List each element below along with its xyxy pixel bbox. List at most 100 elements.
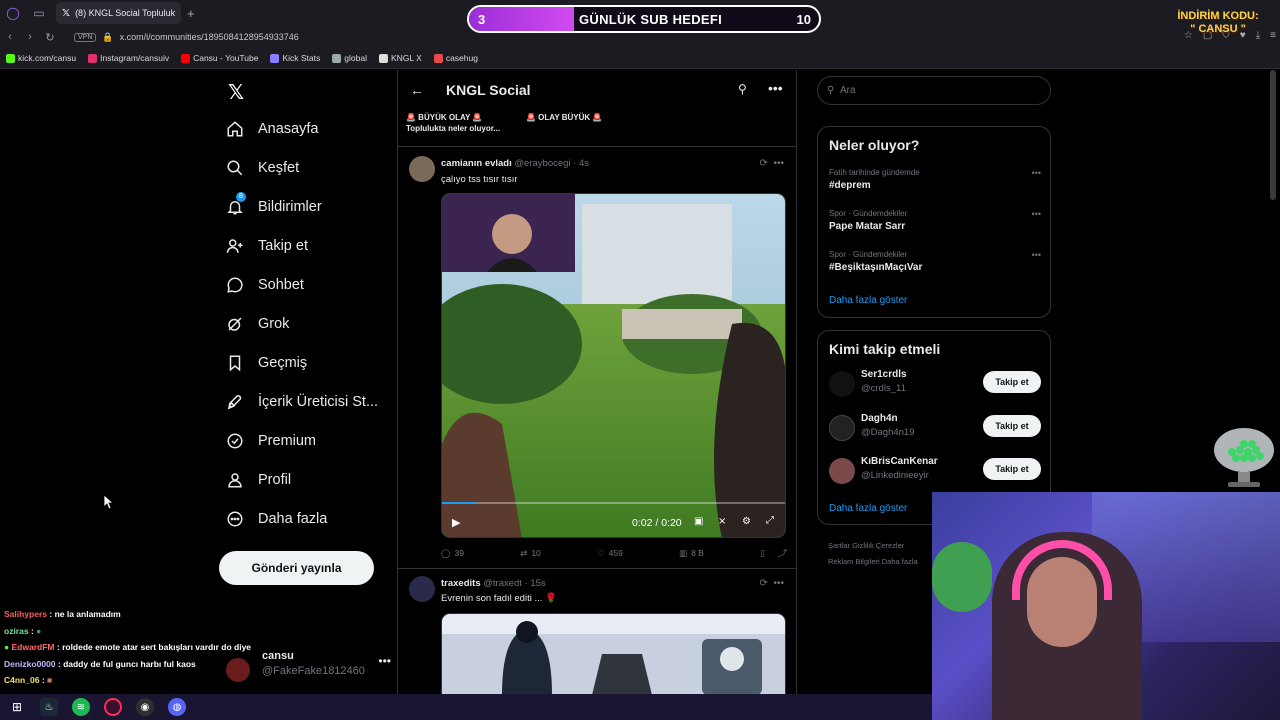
chat-text: : daddy de ful guncı harbı ful kaos <box>57 658 196 669</box>
opera-icon[interactable] <box>104 698 122 716</box>
post-button[interactable]: Gönderi yayınla <box>219 551 374 585</box>
bookmark-kngl-x[interactable]: KNGL X <box>378 53 422 63</box>
account-handle: @FakeFake1812460 <box>262 665 365 677</box>
nav-item-bookmarks[interactable]: Geçmiş <box>226 354 307 372</box>
more-options-icon[interactable]: ••• <box>1032 168 1041 178</box>
repost-button[interactable]: ⇄ 10 <box>520 547 541 559</box>
bookmark-casehug[interactable]: casehug <box>433 53 478 63</box>
more-options-icon[interactable]: ••• <box>1032 250 1041 260</box>
pinned-topic-1[interactable]: 🚨 BÜYÜK OLAY 🚨 Toplulukta neler oluyor..… <box>406 112 500 134</box>
forward-icon[interactable]: › <box>20 31 40 43</box>
more-options-icon[interactable]: ••• <box>773 158 784 169</box>
sub-goal-label: GÜNLÜK SUB HEDEFI <box>579 12 723 27</box>
more-options-icon[interactable]: ••• <box>773 578 784 589</box>
search-input[interactable]: ⚲ Ara <box>817 76 1051 105</box>
nav-item-more[interactable]: Daha fazla <box>226 510 327 528</box>
show-more-link[interactable]: Daha fazla göster <box>829 295 907 306</box>
suggestion-handle: @crdls_11 <box>861 383 906 394</box>
account-name: cansu <box>262 650 294 662</box>
scrollbar[interactable] <box>1270 70 1276 200</box>
mute-icon[interactable]: ⨯ <box>718 516 726 527</box>
trend-item[interactable]: Spor · Gündemdekiler Pape Matar Sarr ••• <box>829 209 1041 232</box>
obs-icon[interactable]: ◉ <box>136 698 154 716</box>
spotify-icon[interactable]: ≋ <box>72 698 90 716</box>
back-arrow-icon[interactable]: ← <box>410 82 424 98</box>
follow-button[interactable]: Takip et <box>983 458 1041 480</box>
tweet[interactable]: traxedits @traxedt · 15s ⟳ ••• Evrenin s… <box>398 570 796 694</box>
sidebar-toggle-icon[interactable]: ▭ <box>26 0 52 26</box>
vpn-badge[interactable]: VPN <box>74 32 97 42</box>
mouse-cursor-icon <box>104 495 114 509</box>
opera-logo-icon[interactable]: ◯ <box>0 0 26 26</box>
show-more-link[interactable]: Daha fazla göster <box>829 503 907 514</box>
follow-suggestion[interactable]: Ser1crdls @crdls_11 Takip et <box>829 369 1041 399</box>
chat-text: : <box>41 675 45 685</box>
tweet[interactable]: camianın evladı @eraybocegi · 4s ⟳ ••• ç… <box>398 148 796 568</box>
chat-message: oziras : ● <box>4 623 264 640</box>
more-options-icon[interactable]: ••• <box>378 654 391 668</box>
browser-tab[interactable]: 𝕏 (8) KNGL Social Topluluk / X <box>56 2 181 24</box>
nav-item-follow[interactable]: Takip et <box>226 237 308 255</box>
grok-icon[interactable]: ⟳ <box>760 578 768 589</box>
menu-icon[interactable]: ≡ <box>1270 30 1276 41</box>
more-options-icon[interactable]: ••• <box>1032 209 1041 219</box>
video-progress-bar[interactable] <box>442 502 477 504</box>
tweet-header: camianın evladı @eraybocegi · 4s <box>441 158 589 169</box>
like-button[interactable]: ♡ 459 <box>597 547 623 559</box>
captions-icon[interactable]: ▣ <box>694 516 703 527</box>
follow-button[interactable]: Takip et <box>983 371 1041 393</box>
nav-item-chat[interactable]: Sohbet <box>226 276 304 294</box>
tweet-author-name[interactable]: traxedits <box>441 578 481 589</box>
discord-icon[interactable]: ◍ <box>168 698 186 716</box>
tweet-author-name[interactable]: camianın evladı <box>441 158 512 169</box>
follow-suggestion[interactable]: Dagh4n @Dagh4n19 Takip et <box>829 413 1041 443</box>
tweet-author-handle[interactable]: @eraybocegi <box>514 158 570 169</box>
tweet-author-handle[interactable]: @traxedt <box>483 578 522 589</box>
share-icon[interactable]: ⤴ <box>777 547 786 559</box>
nav-item-home[interactable]: Anasayfa <box>226 120 318 138</box>
steam-icon[interactable]: ♨ <box>40 698 58 716</box>
plush-toy <box>932 542 992 612</box>
more-options-icon[interactable]: ••• <box>768 80 783 96</box>
chat-text: : roldede emote atar sert bakışları vard… <box>56 642 252 652</box>
nav-item-explore[interactable]: Keşfet <box>226 159 299 177</box>
tweet-video[interactable]: ▶ 0:02 / 0:20 ▣ ⨯ ⚙ ⤢ <box>441 193 786 538</box>
search-icon[interactable]: ⚲ <box>738 82 747 96</box>
bookmark-instagram[interactable]: Instagram/cansuiv <box>88 53 169 63</box>
x-logo-icon[interactable]: 𝕏 <box>228 80 244 105</box>
trend-item[interactable]: Spor · Gündemdekiler #BeşiktaşınMaçıVar … <box>829 250 1041 273</box>
bookmark-kick[interactable]: kick.com/cansu <box>6 53 76 63</box>
bookmark-icon[interactable]: ▯ <box>760 548 765 559</box>
windows-start-icon[interactable]: ⊞ <box>8 698 26 716</box>
bookmark-global[interactable]: global <box>332 53 367 63</box>
play-icon[interactable]: ▶ <box>452 516 460 529</box>
nav-item-grok[interactable]: Grok <box>226 315 289 333</box>
x-favicon-icon: 𝕏 <box>62 7 71 19</box>
tweet-video[interactable] <box>441 613 786 694</box>
trend-item[interactable]: Fatih tarihinde gündemde #deprem ••• <box>829 168 1041 191</box>
follow-suggestion[interactable]: KıBrisCanKenar @Linkedinieeyir Takip et <box>829 456 1041 486</box>
reply-button[interactable]: ◯ 39 <box>441 547 464 559</box>
nav-item-notifications[interactable]: 8 Bildirimler <box>226 192 322 216</box>
footer-links-row-1[interactable]: Şartlar Gizlilik Çerezler <box>828 538 918 554</box>
fullscreen-icon[interactable]: ⤢ <box>766 515 774 526</box>
nav-item-creator-studio[interactable]: İçerik Üreticisi St... <box>226 393 378 411</box>
nav-label-creator-studio: İçerik Üreticisi St... <box>258 394 379 410</box>
bookmark-youtube[interactable]: Cansu - YouTube <box>181 53 258 63</box>
bookmark-kick-stats[interactable]: Kick Stats <box>270 53 320 63</box>
footer-links-row-2[interactable]: Reklam Bilgileri Daha fazla <box>828 554 918 570</box>
views-button[interactable]: ▥ 8 B <box>679 547 704 559</box>
grok-icon[interactable]: ⟳ <box>760 158 768 169</box>
trends-panel: Neler oluyor? Fatih tarihinde gündemde #… <box>817 126 1051 318</box>
follow-button[interactable]: Takip et <box>983 415 1041 437</box>
bookmark-icon <box>229 355 241 372</box>
new-tab-icon[interactable]: + <box>187 6 195 21</box>
nav-item-premium[interactable]: Premium <box>226 432 316 450</box>
nav-item-profile[interactable]: Profil <box>226 471 291 489</box>
url-field[interactable]: x.com/i/communities/1895084128954933746 <box>120 32 299 42</box>
pinned-topic-2[interactable]: 🚨 OLAY BÜYÜK 🚨 <box>526 112 602 123</box>
reload-icon[interactable]: ↻ <box>40 31 60 44</box>
back-icon[interactable]: ‹ <box>0 31 20 43</box>
settings-icon[interactable]: ⚙ <box>742 516 751 527</box>
promo-line-2: " CANSU " <box>1190 23 1246 35</box>
